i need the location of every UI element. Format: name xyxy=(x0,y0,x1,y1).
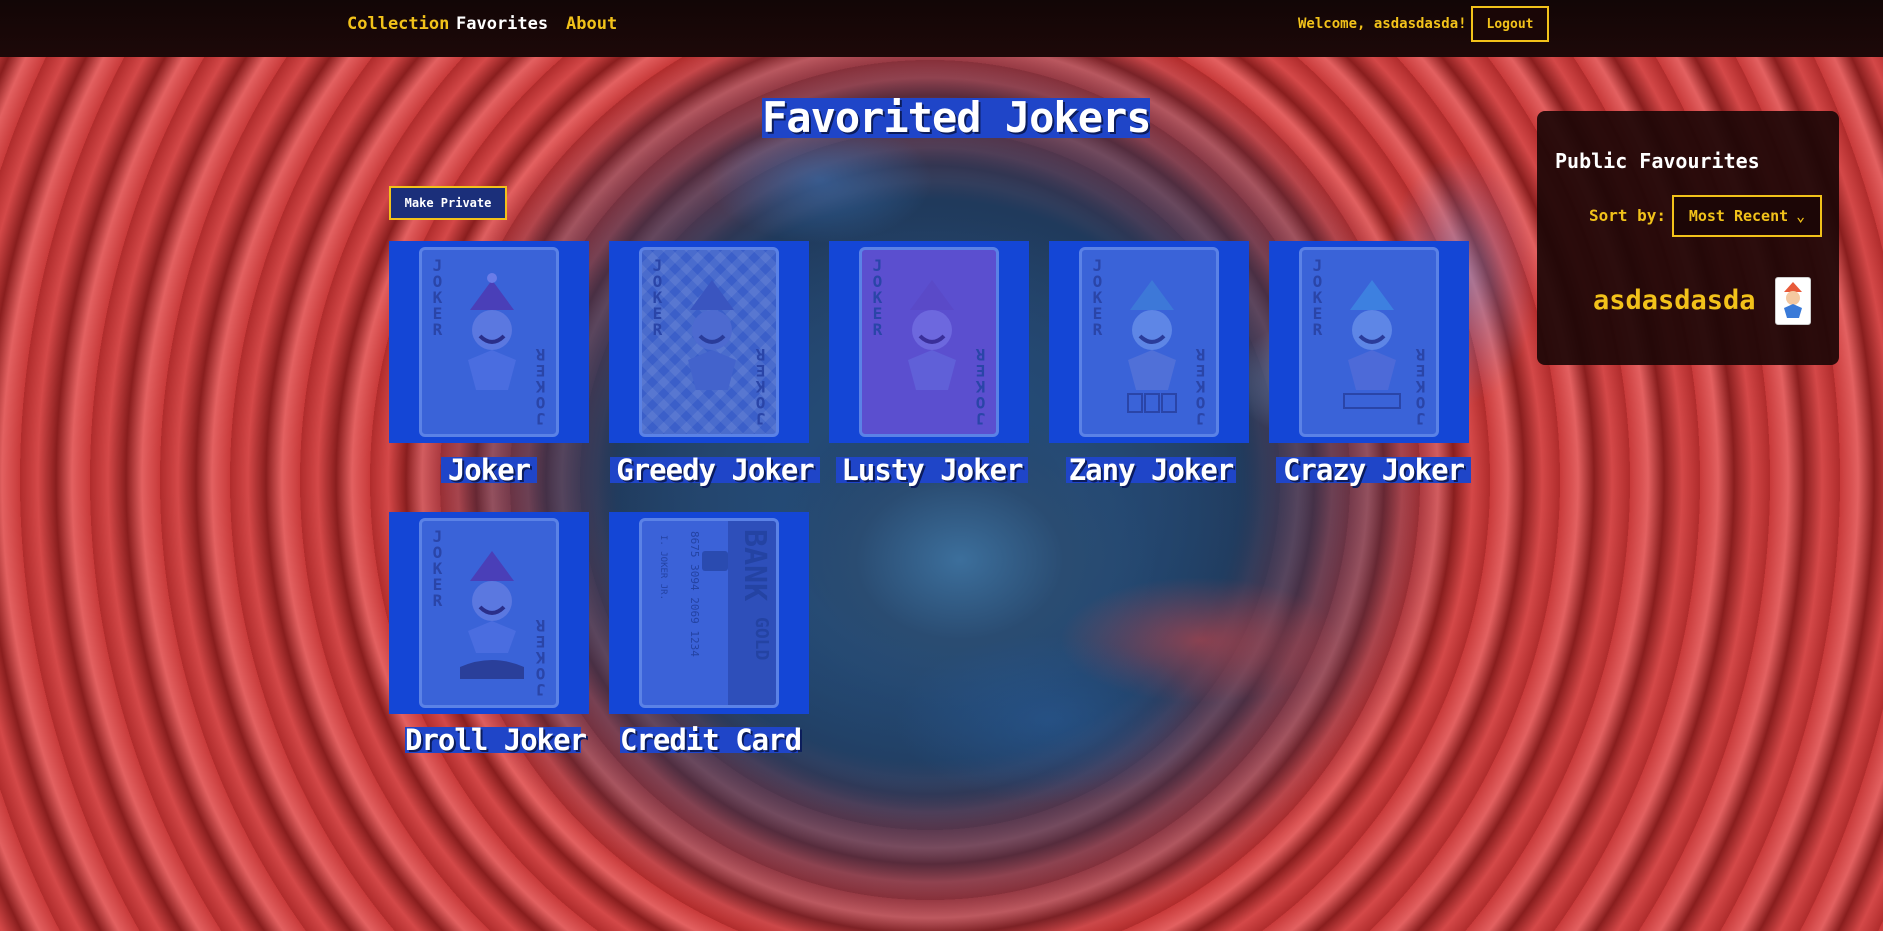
lusty-joker-card-icon: JOKER JOKER xyxy=(859,247,999,437)
card-label: Credit Card xyxy=(620,723,802,757)
droll-joker-card-icon: JOKER JOKER xyxy=(419,518,559,708)
lusty-joker-card[interactable]: JOKER JOKER xyxy=(829,241,1029,443)
greedy-joker-card[interactable]: JOKER JOKER xyxy=(609,241,809,443)
sort-label: Sort by: xyxy=(1589,206,1667,225)
public-favourites-panel: Public Favourites Sort by: Most Recent ⌄… xyxy=(1537,111,1839,365)
welcome-message: Welcome, asdasdasda! xyxy=(1298,16,1467,32)
nav-collection-link[interactable]: Collection xyxy=(347,14,449,34)
crazy-joker-card[interactable]: JOKER JOKER xyxy=(1269,241,1469,443)
make-private-button[interactable]: Make Private xyxy=(389,186,507,220)
credit-card-card[interactable]: I. JOKER JR. 8675 3094 2069 1234 BANK GO… xyxy=(609,512,809,714)
zany-joker-card-icon: JOKER JOKER xyxy=(1079,247,1219,437)
nav-about-link[interactable]: About xyxy=(566,14,617,34)
joker-card-icon: JOKER JOKER xyxy=(419,247,559,437)
chevron-down-icon: ⌄ xyxy=(1796,207,1806,225)
crazy-joker-card-icon: JOKER JOKER xyxy=(1299,247,1439,437)
card-label: Lusty Joker xyxy=(836,456,1028,485)
page-title: Favorited Jokers xyxy=(762,93,1152,142)
joker-card[interactable]: JOKER JOKER xyxy=(389,241,589,443)
droll-joker-card[interactable]: JOKER JOKER xyxy=(389,512,589,714)
sort-value: Most Recent xyxy=(1688,207,1789,225)
joker-thumbnail-icon xyxy=(1784,282,1802,318)
card-chip-icon xyxy=(702,551,728,571)
logout-button[interactable]: Logout xyxy=(1471,6,1549,42)
card-label: Greedy Joker xyxy=(610,456,820,485)
card-label: Droll Joker xyxy=(405,723,587,757)
credit-card-icon: I. JOKER JR. 8675 3094 2069 1234 BANK GO… xyxy=(639,518,779,708)
top-navbar: Collection Favorites About Welcome, asda… xyxy=(0,0,1883,57)
sidebar-title: Public Favourites xyxy=(1555,149,1760,173)
user-joker-thumbnail[interactable] xyxy=(1775,277,1811,325)
sort-select[interactable]: Most Recent ⌄ xyxy=(1672,195,1822,237)
card-label: Zany Joker xyxy=(1066,456,1236,485)
nav-favorites-link[interactable]: Favorites xyxy=(456,14,548,34)
public-user-name[interactable]: asdasdasda xyxy=(1593,285,1756,316)
zany-joker-card[interactable]: JOKER JOKER xyxy=(1049,241,1249,443)
card-label: Crazy Joker xyxy=(1276,456,1471,485)
card-label: Joker xyxy=(441,456,537,485)
greedy-joker-card-icon: JOKER JOKER xyxy=(639,247,779,437)
